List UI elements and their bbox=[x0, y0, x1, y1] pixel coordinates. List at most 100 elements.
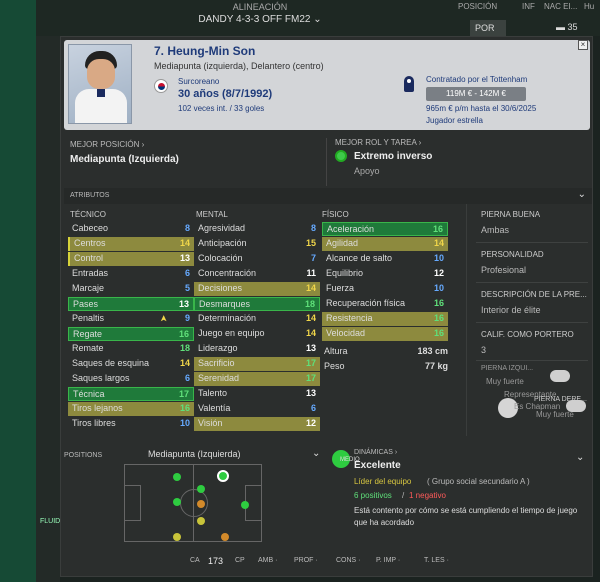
attribute-value: 17 bbox=[305, 358, 316, 368]
attribute-value: 15 bbox=[305, 238, 316, 248]
attribute-row[interactable]: Recuperación física 16 bbox=[322, 297, 448, 311]
attributes-header: ATRIBUTOS ⌄ bbox=[64, 188, 592, 204]
attribute-row[interactable]: Valentía 6 bbox=[194, 402, 320, 416]
attribute-value: 10 bbox=[433, 283, 444, 293]
attribute-row[interactable]: Penaltis 9 ➤ bbox=[68, 312, 194, 326]
attribute-value: 5 bbox=[184, 283, 190, 293]
attribute-name: Saques de esquina bbox=[72, 358, 150, 368]
attribute-name: Serenidad bbox=[198, 373, 240, 383]
attribute-value: 8 bbox=[184, 223, 190, 233]
attribute-row[interactable]: Tiros lejanos 16 bbox=[68, 402, 194, 416]
chevron-down-icon: ⌄ bbox=[313, 14, 322, 25]
player-name[interactable]: 7. Heung-Min Son bbox=[154, 44, 255, 58]
flag-number: 35 bbox=[567, 22, 578, 32]
attribute-row[interactable]: Serenidad 17 bbox=[194, 372, 320, 386]
attribute-name: Decisiones bbox=[198, 283, 243, 293]
gk-rating-value: 3 bbox=[481, 345, 487, 355]
attribute-row[interactable]: Determinación 14 bbox=[194, 312, 320, 326]
technical-header: TÉCNICO bbox=[70, 210, 106, 219]
position-filter-value: POR bbox=[475, 23, 495, 33]
korea-flag-icon bbox=[154, 79, 168, 93]
cons-label: CONS · bbox=[336, 557, 361, 564]
col-inf[interactable]: INF bbox=[522, 2, 535, 11]
position-dot bbox=[221, 533, 229, 541]
attribute-row[interactable]: Talento 13 bbox=[194, 387, 320, 401]
attribute-row[interactable]: Colocación 7 bbox=[194, 252, 320, 266]
attribute-row[interactable]: Regate 16 bbox=[68, 327, 194, 341]
attribute-name: Técnica bbox=[73, 389, 105, 399]
attribute-row[interactable]: Remate 18 bbox=[68, 342, 194, 356]
col-hu[interactable]: Hu bbox=[584, 2, 594, 11]
attribute-row[interactable]: Velocidad 16 bbox=[322, 327, 448, 341]
attribute-row[interactable]: Control 13 bbox=[68, 252, 194, 266]
attribute-row[interactable]: Fuerza 10 bbox=[322, 282, 448, 296]
attribute-row[interactable]: Liderazgo 13 bbox=[194, 342, 320, 356]
personality-label: PERSONALIDAD bbox=[481, 250, 544, 259]
attribute-row[interactable]: Agresividad 8 bbox=[194, 222, 320, 236]
attribute-name: Remate bbox=[72, 343, 104, 353]
attribute-value: 13 bbox=[305, 388, 316, 398]
best-role-duty: Apoyo bbox=[354, 166, 380, 176]
attribute-row[interactable]: Sacrificio 17 bbox=[194, 357, 320, 371]
attribute-row[interactable]: Saques largos 6 bbox=[68, 372, 194, 386]
squad-list-background bbox=[36, 36, 60, 582]
attribute-row[interactable]: Visión 12 bbox=[194, 417, 320, 431]
attribute-value: 11 bbox=[306, 268, 316, 278]
divider bbox=[476, 322, 588, 323]
position-dot-selected bbox=[217, 470, 229, 482]
attribute-value: 14 bbox=[305, 328, 316, 338]
attribute-name: Recuperación física bbox=[326, 298, 406, 308]
attribute-row[interactable]: Tiros libres 10 bbox=[68, 417, 194, 431]
attribute-row[interactable]: Aceleración 16 bbox=[322, 222, 448, 236]
position-filter[interactable]: POR ⌄ bbox=[470, 20, 506, 43]
attribute-name: Velocidad bbox=[326, 328, 366, 338]
weight-row: Peso 77 kg bbox=[324, 361, 452, 371]
chevron-down-icon[interactable]: ⌄ bbox=[578, 189, 586, 200]
best-position-label[interactable]: MEJOR POSICIÓN › bbox=[70, 140, 144, 149]
close-icon[interactable]: × bbox=[578, 40, 588, 50]
col-position[interactable]: POSICIÓN bbox=[458, 2, 497, 11]
tactic-selector[interactable]: ALINEACIÓN DANDY 4-3-3 OFF FM22 ⌄ bbox=[170, 2, 350, 25]
attribute-name: Talento bbox=[198, 388, 228, 398]
position-dot bbox=[197, 485, 205, 493]
attribute-row[interactable]: Pases 13 bbox=[68, 297, 194, 311]
attribute-row[interactable]: Anticipación 15 bbox=[194, 237, 320, 251]
positions-title[interactable]: Mediapunta (Izquierda) bbox=[148, 449, 241, 459]
player-nationality[interactable]: Surcoreano bbox=[178, 77, 219, 86]
attribute-row[interactable]: Equilibrio 12 bbox=[322, 267, 448, 281]
attribute-value: 13 bbox=[179, 253, 190, 263]
cp-label: CP bbox=[235, 557, 245, 564]
attribute-row[interactable]: Desmarques 18 bbox=[194, 297, 320, 311]
attribute-name: Agilidad bbox=[326, 238, 359, 248]
attribute-row[interactable]: Saques de esquina 14 bbox=[68, 357, 194, 371]
attribute-value: 6 bbox=[310, 403, 316, 413]
dynamics-value: Excelente bbox=[354, 460, 401, 471]
chevron-down-icon[interactable]: ⌄ bbox=[312, 448, 320, 459]
best-role-label[interactable]: MEJOR ROL Y TAREA › bbox=[335, 138, 421, 147]
attribute-row[interactable]: Juego en equipo 14 bbox=[194, 327, 320, 341]
attribute-name: Juego en equipo bbox=[198, 328, 265, 338]
attribute-row[interactable]: Resistencia 16 bbox=[322, 312, 448, 326]
attribute-row[interactable]: Decisiones 14 bbox=[194, 282, 320, 296]
attribute-row[interactable]: Concentración 11 bbox=[194, 267, 320, 281]
attribute-name: Penaltis bbox=[72, 313, 105, 323]
attribute-row[interactable]: Técnica 17 bbox=[68, 387, 194, 401]
right-column-divider bbox=[466, 204, 467, 436]
chevron-down-icon[interactable]: ⌄ bbox=[576, 452, 584, 463]
player-contract[interactable]: Contratado por el Tottenham bbox=[426, 75, 527, 84]
attribute-row[interactable]: Alcance de salto 10 bbox=[322, 252, 448, 266]
attribute-row[interactable]: Centros 14 bbox=[68, 237, 194, 251]
attribute-value: 13 bbox=[178, 299, 189, 309]
attribute-row[interactable]: Agilidad 14 bbox=[322, 237, 448, 251]
role-suitability-icon bbox=[335, 150, 347, 162]
col-nac[interactable]: NAC EI... bbox=[544, 2, 577, 11]
player-header bbox=[64, 40, 590, 130]
attribute-row[interactable]: Entradas 6 bbox=[68, 267, 194, 281]
tactic-label: ALINEACIÓN bbox=[232, 2, 288, 12]
attribute-row[interactable]: Marcaje 5 bbox=[68, 282, 194, 296]
height-row: Altura 183 cm bbox=[324, 346, 452, 356]
flag-count: ▬ 35 bbox=[556, 22, 578, 32]
attribute-name: Saques largos bbox=[72, 373, 130, 383]
attribute-row[interactable]: Cabeceo 8 bbox=[68, 222, 194, 236]
dynamics-label[interactable]: DINÁMICAS › bbox=[354, 449, 397, 456]
